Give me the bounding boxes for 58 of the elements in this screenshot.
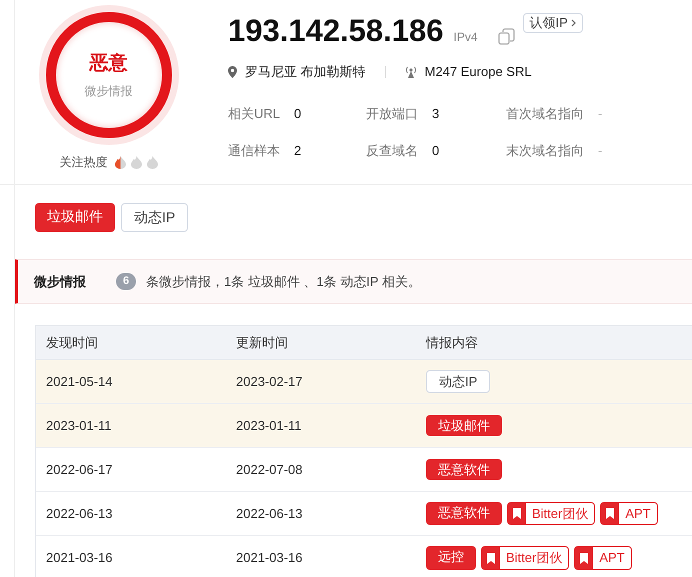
verdict-label: 恶意	[90, 52, 128, 76]
table-cell-text: 2021-03-16	[46, 549, 114, 568]
isp-text: M247 Europe SRL	[424, 63, 532, 81]
tag: APT	[600, 502, 658, 526]
column-header: 情报内容	[426, 334, 478, 352]
tag: APT	[574, 546, 632, 570]
column-header: 更新时间	[236, 334, 289, 352]
bookmark-icon	[513, 508, 521, 519]
table-cell-text: 2023-01-11	[236, 416, 303, 435]
banner-title: 微步情报	[34, 272, 87, 291]
location-text: 罗马尼亚 布加勒斯特	[245, 63, 366, 81]
stat-label: 相关URL	[228, 104, 282, 122]
table-cell-text: 2022-06-17	[46, 460, 114, 479]
location-pin-icon	[228, 66, 237, 78]
table-cell-text: 2022-06-13	[236, 504, 304, 523]
ip-version: IPv4	[454, 29, 478, 46]
table-cell-text: 2021-05-14	[46, 372, 114, 391]
stat-value: 3	[432, 104, 440, 122]
stat-label: 首次域名指向	[506, 104, 585, 122]
stat-value: -	[598, 104, 602, 122]
antenna-icon	[404, 66, 417, 78]
tag: 远控	[426, 546, 476, 570]
table-cell-text: 2022-06-13	[46, 504, 114, 523]
claim-ip-button[interactable]: 认领IP	[522, 13, 583, 33]
flame-icon	[130, 156, 142, 168]
tag: 恶意软件	[426, 502, 502, 526]
table-cell-text: 2021-03-16	[236, 549, 304, 568]
table-cell-text: 2023-02-17	[236, 372, 304, 391]
bookmark-icon	[606, 508, 614, 519]
verdict-source: 微步情报	[84, 83, 132, 100]
stat-label: 末次域名指向	[506, 142, 585, 160]
heat-label: 关注热度	[60, 154, 108, 171]
chevron-right-icon	[570, 19, 576, 27]
tag: 动态IP	[121, 203, 188, 232]
tag: 恶意软件	[426, 458, 502, 480]
stat-value: 2	[294, 142, 302, 160]
flame-icon	[114, 156, 126, 168]
stat-value: -	[598, 142, 602, 160]
flame-icon	[146, 156, 158, 168]
tag: 垃圾邮件	[426, 414, 502, 436]
stat-value: 0	[432, 142, 440, 160]
stat-label: 反查域名	[366, 142, 419, 160]
stat-value: 0	[294, 104, 302, 122]
table-cell-text: 2023-01-11	[46, 416, 113, 435]
column-header: 发现时间	[46, 334, 99, 352]
copy-icon[interactable]	[498, 28, 515, 45]
ip-address: 193.142.58.186	[228, 15, 444, 46]
tag: 垃圾邮件	[35, 203, 115, 232]
tag: Bitter团伙	[481, 546, 570, 570]
tag: 动态IP	[426, 370, 490, 394]
bookmark-icon	[580, 552, 588, 564]
stat-label: 开放端口	[366, 104, 419, 122]
table-cell-text: 2022-07-08	[236, 460, 304, 479]
banner-summary: 条微步情报，1条 垃圾邮件 、1条 动态IP 相关。	[146, 272, 421, 291]
count-badge: 6	[116, 273, 136, 290]
tag: Bitter团伙	[507, 502, 596, 526]
bookmark-icon	[487, 552, 495, 564]
stat-label: 通信样本	[228, 142, 281, 160]
